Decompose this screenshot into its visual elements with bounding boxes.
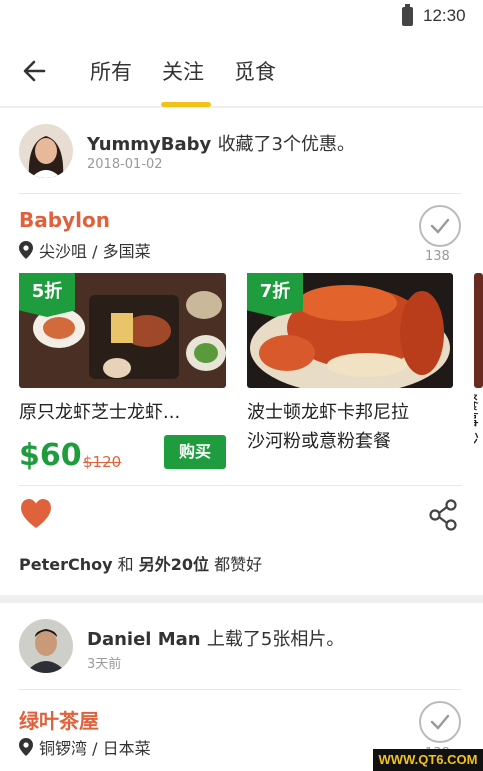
restaurant-location: 尖沙咀 / 多国菜 [19,238,151,262]
tab-all[interactable]: 所有 [90,56,132,86]
section-gap [0,595,483,603]
active-tab-indicator [161,102,211,107]
divider [19,689,462,690]
likes-connector: 和 [117,555,134,574]
checkmark-icon [430,714,450,730]
checkmark-icon [430,218,450,234]
username[interactable]: YummyBaby [87,134,211,155]
buy-button[interactable]: 购买 [164,435,226,469]
back-button[interactable] [18,54,52,88]
tab-food[interactable]: 觅食 [234,56,276,86]
battery-icon [402,4,413,26]
avatar[interactable] [19,619,73,673]
check-in-button[interactable] [419,701,461,743]
deal-title-line: 沙河粉或意粉套餐 [247,431,391,452]
feed-action: 上载了5张相片。 [206,629,345,650]
restaurant-location: 铜锣湾 / 日本菜 [19,735,151,759]
restaurant-name[interactable]: Babylon [19,208,110,232]
deal-image[interactable] [474,273,483,388]
location-pin-icon [19,241,33,259]
like-button[interactable] [19,498,53,530]
heart-icon [21,499,51,528]
tab-following[interactable]: 关注 [162,56,204,86]
deal-title[interactable]: 波士顿龙虾卡邦尼拉 沙河粉或意粉套餐 [247,398,409,456]
feed-user-line: YummyBaby 收藏了3个优惠。 [87,130,355,156]
location-text: 尖沙咀 / 多国菜 [39,242,151,261]
location-text: 铜锣湾 / 日本菜 [39,739,151,758]
other-likers[interactable]: 另外20位 [139,555,209,574]
avatar[interactable] [19,124,73,178]
location-pin-icon [19,738,33,756]
discount-badge: 5折 [19,273,75,317]
deal-price: $60 [19,438,82,473]
check-in-count: 138 [425,249,450,264]
liker-name[interactable]: PeterChoy [19,555,113,574]
deal-title[interactable]: 原只龙虾芝士龙虾... [19,398,180,427]
share-button[interactable] [426,498,460,532]
arrow-left-icon [23,60,46,82]
likes-summary: PeterChoy 和 另外20位 都赞好 [19,551,262,575]
top-bar: 所有 关注 觅食 [0,34,483,108]
divider [19,193,462,194]
deal-title[interactable]: 餐事炒 [474,393,483,473]
username[interactable]: Daniel Man [87,629,201,650]
discount-badge: 7折 [247,273,303,317]
watermark: WWW.QT6.COM [373,749,483,771]
deal-original-price: $120 [83,453,122,471]
status-time: 12:30 [423,6,466,25]
share-icon [429,499,457,531]
post-time: 3天前 [87,657,122,672]
status-bar: 12:30 [0,0,483,34]
check-in-button[interactable] [419,205,461,247]
feed-card: YummyBaby 收藏了3个优惠。 2018-01-02 Babylon 尖沙… [0,110,483,595]
deal-title-line: 波士顿龙虾卡邦尼拉 [247,402,409,423]
post-time: 2018-01-02 [87,157,163,172]
restaurant-name[interactable]: 绿叶茶屋 [19,705,99,734]
divider [19,485,462,486]
feed-action: 收藏了3个优惠。 [217,134,356,155]
feed-card: Daniel Man 上载了5张相片。 3天前 绿叶茶屋 铜锣湾 / 日本菜 1… [0,603,483,771]
likes-suffix: 都赞好 [214,555,263,574]
feed-user-line: Daniel Man 上载了5张相片。 [87,625,344,651]
